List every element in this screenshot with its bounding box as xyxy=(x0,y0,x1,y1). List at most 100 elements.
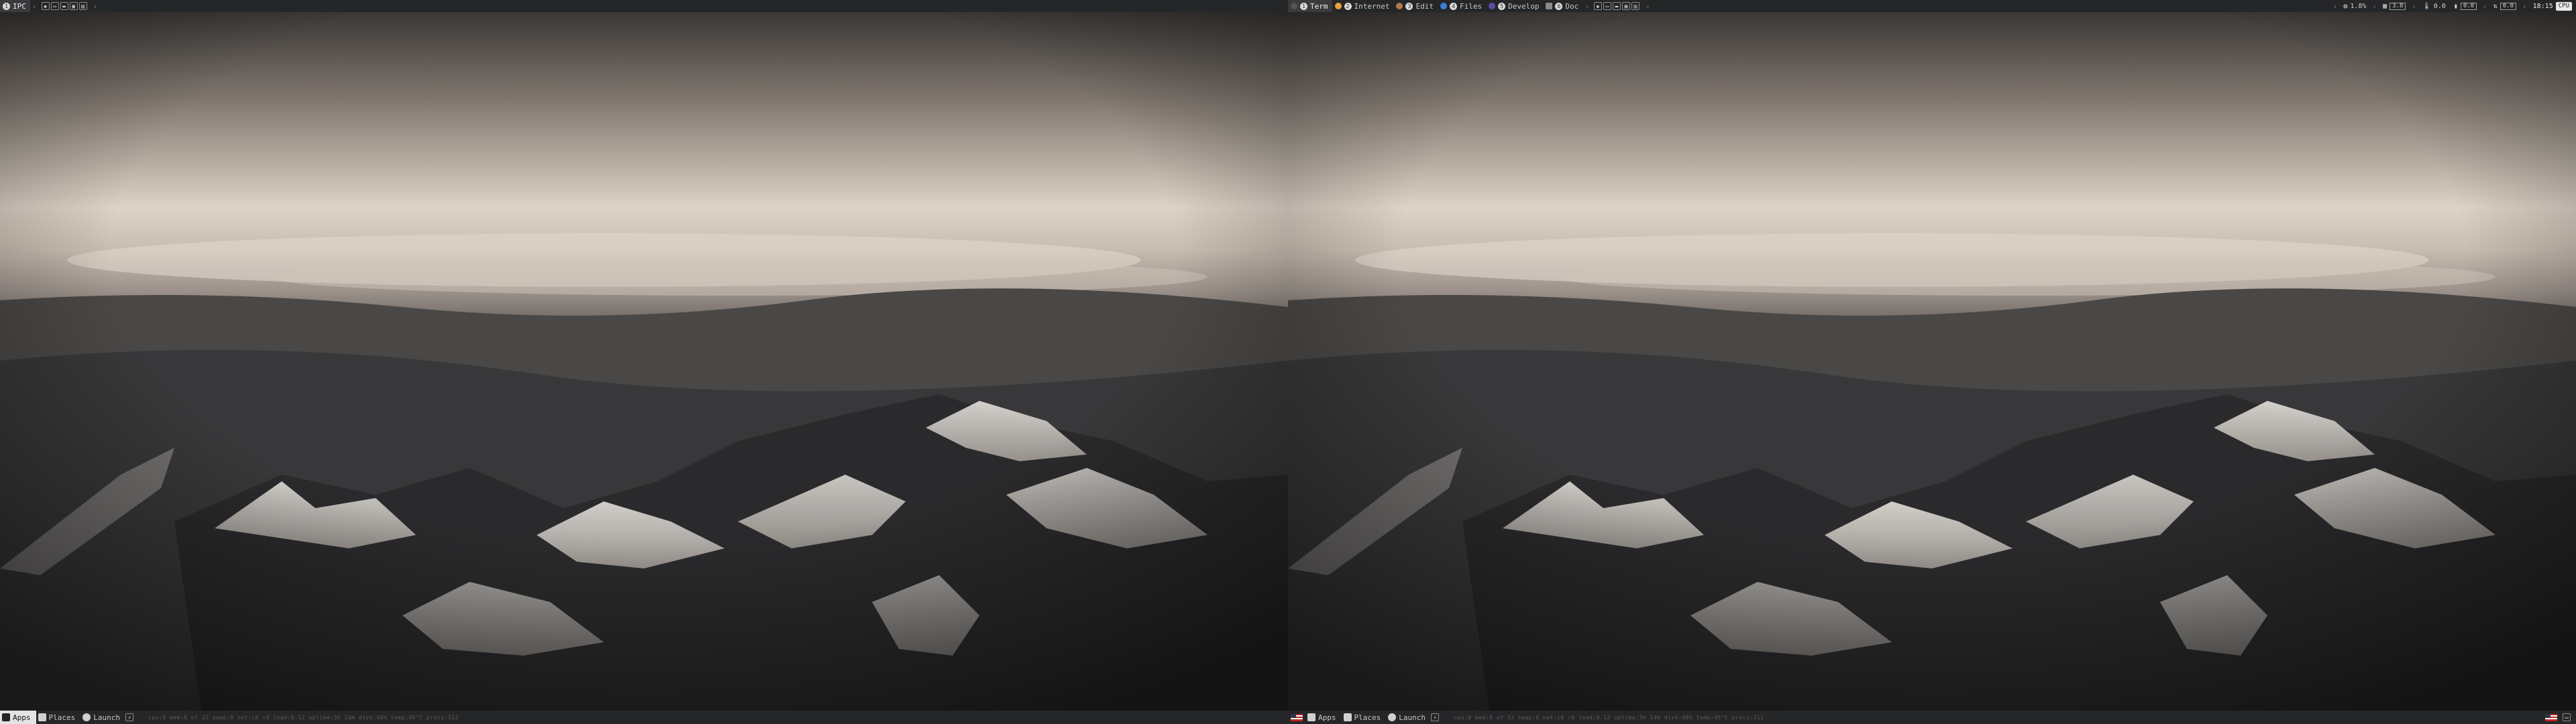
workspace-number: 1 xyxy=(3,2,10,10)
develop-icon xyxy=(1489,3,1496,9)
bottom-panel: Apps Places Launch ⚡ cpu:0 mem:8 of 32 s… xyxy=(0,711,1288,724)
places-menu[interactable]: Places xyxy=(36,711,81,724)
desktop-icon[interactable]: ▭ xyxy=(2563,713,2571,721)
window-button[interactable]: ▤ xyxy=(1631,2,1640,10)
workspace-number: 6 xyxy=(1555,2,1563,10)
status-chip: CPU xyxy=(2555,1,2572,11)
workspace-number: 5 xyxy=(1498,2,1506,10)
wallpaper-mountains xyxy=(0,12,1288,711)
workspace-number: 4 xyxy=(1449,2,1457,10)
apps-icon xyxy=(2,713,10,721)
window-button[interactable]: ▬ xyxy=(60,2,68,10)
workspace-4[interactable]: 4 Files xyxy=(1438,0,1486,12)
editor-icon xyxy=(1396,3,1403,9)
apps-label: Apps xyxy=(13,713,31,722)
workspace-label: Edit xyxy=(1415,1,1434,11)
workspace-number: 3 xyxy=(1405,2,1413,10)
cpu-indicator[interactable]: ◍ 1.8% xyxy=(2339,0,2370,12)
window-button[interactable]: ◆ xyxy=(1593,2,1602,10)
top-panel: 1 Term 2 Internet 3 Edit 4 Files 5 Devel… xyxy=(1288,0,2576,12)
apps-icon xyxy=(1307,713,1316,721)
window-button[interactable]: ▬ xyxy=(1612,2,1621,10)
window-button[interactable]: ▣ xyxy=(1621,2,1630,10)
window-button[interactable]: ◆ xyxy=(41,2,50,10)
chevron-left-icon: ‹ xyxy=(2412,1,2417,11)
disk-icon: ▮ xyxy=(2453,2,2458,10)
window-button[interactable]: ▭ xyxy=(1603,2,1611,10)
apps-label: Apps xyxy=(1318,713,1336,722)
cpu-icon: ◍ xyxy=(2343,2,2348,10)
memory-value: 3.8 xyxy=(2390,2,2406,10)
browser-icon xyxy=(1334,3,1342,9)
launch-menu[interactable]: Launch xyxy=(80,711,125,724)
left-screen: 1 IPC › ◆ ▭ ▬ ▣ ▤ › Apps Places Launch ⚡… xyxy=(0,0,1288,724)
clock[interactable]: 18:15 CPU xyxy=(2529,0,2576,12)
temperature-value: 0.0 xyxy=(2433,2,2446,10)
launch-label: Launch xyxy=(1399,713,1426,722)
chevron-left-icon: ‹ xyxy=(2522,1,2527,11)
system-ticker: cpu:0 mem:8 of 32 swap:0 net:↓0 ↑0 load:… xyxy=(148,714,459,721)
memory-icon: ▦ xyxy=(2383,2,2387,10)
network-icon: ⇅ xyxy=(2493,2,2498,10)
network-value: 0.0 xyxy=(2500,2,2516,10)
gear-icon xyxy=(83,713,91,721)
chevron-right-icon: › xyxy=(93,1,98,11)
keyboard-layout-flag-icon[interactable] xyxy=(1291,713,1303,721)
right-screen: 1 Term 2 Internet 3 Edit 4 Files 5 Devel… xyxy=(1288,0,2576,724)
workspace-number: 2 xyxy=(1344,2,1352,10)
network-indicator[interactable]: ⇅ 0.0 xyxy=(2489,0,2520,12)
memory-indicator[interactable]: ▦ 3.8 xyxy=(2379,0,2410,12)
workspace-label: Term xyxy=(1310,1,1328,11)
window-button[interactable]: ▤ xyxy=(78,2,87,10)
tray: ▭ xyxy=(2542,713,2576,721)
keyboard-layout-flag-icon[interactable] xyxy=(2545,713,2557,721)
apps-menu[interactable]: Apps xyxy=(1305,711,1342,724)
status-indicators: ‹ ◍ 1.8% ‹ ▦ 3.8 ‹ 🌡 0.0 ▮ 0.0 ‹ ⇅ 0.0 ‹… xyxy=(2331,0,2576,12)
wallpaper-mountains xyxy=(1288,12,2576,711)
workspace-label: Doc xyxy=(1565,1,1579,11)
gear-icon xyxy=(1388,713,1397,721)
places-menu[interactable]: Places xyxy=(1342,711,1387,724)
workspace-6[interactable]: 6 Doc xyxy=(1543,0,1582,12)
window-buttons: ◆ ▭ ▬ ▣ ▤ xyxy=(1591,0,1644,12)
launch-menu[interactable]: Launch xyxy=(1386,711,1431,724)
places-label: Places xyxy=(48,713,76,722)
folder-icon xyxy=(1343,713,1352,721)
disk-indicator[interactable]: ▮ 0.0 xyxy=(2450,0,2481,12)
cpu-value: 1.8% xyxy=(2350,2,2367,10)
system-ticker: cpu:0 mem:8 of 32 swap:0 net:↓0 ↑0 load:… xyxy=(1454,714,1764,721)
files-icon xyxy=(1440,3,1447,9)
launch-label: Launch xyxy=(93,713,120,722)
workspace-1[interactable]: 1 IPC xyxy=(0,0,30,12)
temperature-indicator[interactable]: 🌡 0.0 xyxy=(2418,0,2450,12)
workspace-label: IPC xyxy=(13,1,26,11)
run-dialog-icon[interactable]: ⚡ xyxy=(125,713,133,721)
terminal-icon xyxy=(1291,3,1297,9)
top-panel: 1 IPC › ◆ ▭ ▬ ▣ ▤ › xyxy=(0,0,1288,12)
bottom-panel: Apps Places Launch ⚡ cpu:0 mem:8 of 32 s… xyxy=(1288,711,2576,724)
workspace-number: 1 xyxy=(1300,2,1307,10)
workspace-2[interactable]: 2 Internet xyxy=(1332,0,1394,12)
workspace-label: Internet xyxy=(1354,1,1390,11)
clock-time: 18:15 xyxy=(2532,2,2553,10)
workspace-5[interactable]: 5 Develop xyxy=(1486,0,1543,12)
folder-icon xyxy=(38,713,46,721)
chevron-left-icon: ‹ xyxy=(2332,1,2338,11)
window-buttons: ◆ ▭ ▬ ▣ ▤ xyxy=(39,0,91,12)
thermometer-icon: 🌡 xyxy=(2422,2,2431,10)
run-dialog-icon[interactable]: ⚡ xyxy=(1431,713,1439,721)
chevron-left-icon: ‹ xyxy=(2483,1,2487,11)
workspace-label: Develop xyxy=(1508,1,1540,11)
window-button[interactable]: ▭ xyxy=(50,2,59,10)
apps-menu[interactable]: Apps xyxy=(0,711,36,724)
chevron-right-icon: › xyxy=(32,1,37,11)
chevron-right-icon: › xyxy=(1645,1,1650,11)
workspace-3[interactable]: 3 Edit xyxy=(1393,0,1438,12)
places-label: Places xyxy=(1354,713,1381,722)
document-icon xyxy=(1546,3,1553,9)
workspace-1[interactable]: 1 Term xyxy=(1288,0,1332,12)
disk-value: 0.0 xyxy=(2460,2,2477,10)
window-button[interactable]: ▣ xyxy=(69,2,78,10)
workspace-label: Files xyxy=(1459,1,1483,11)
chevron-right-icon: › xyxy=(1585,1,1589,11)
